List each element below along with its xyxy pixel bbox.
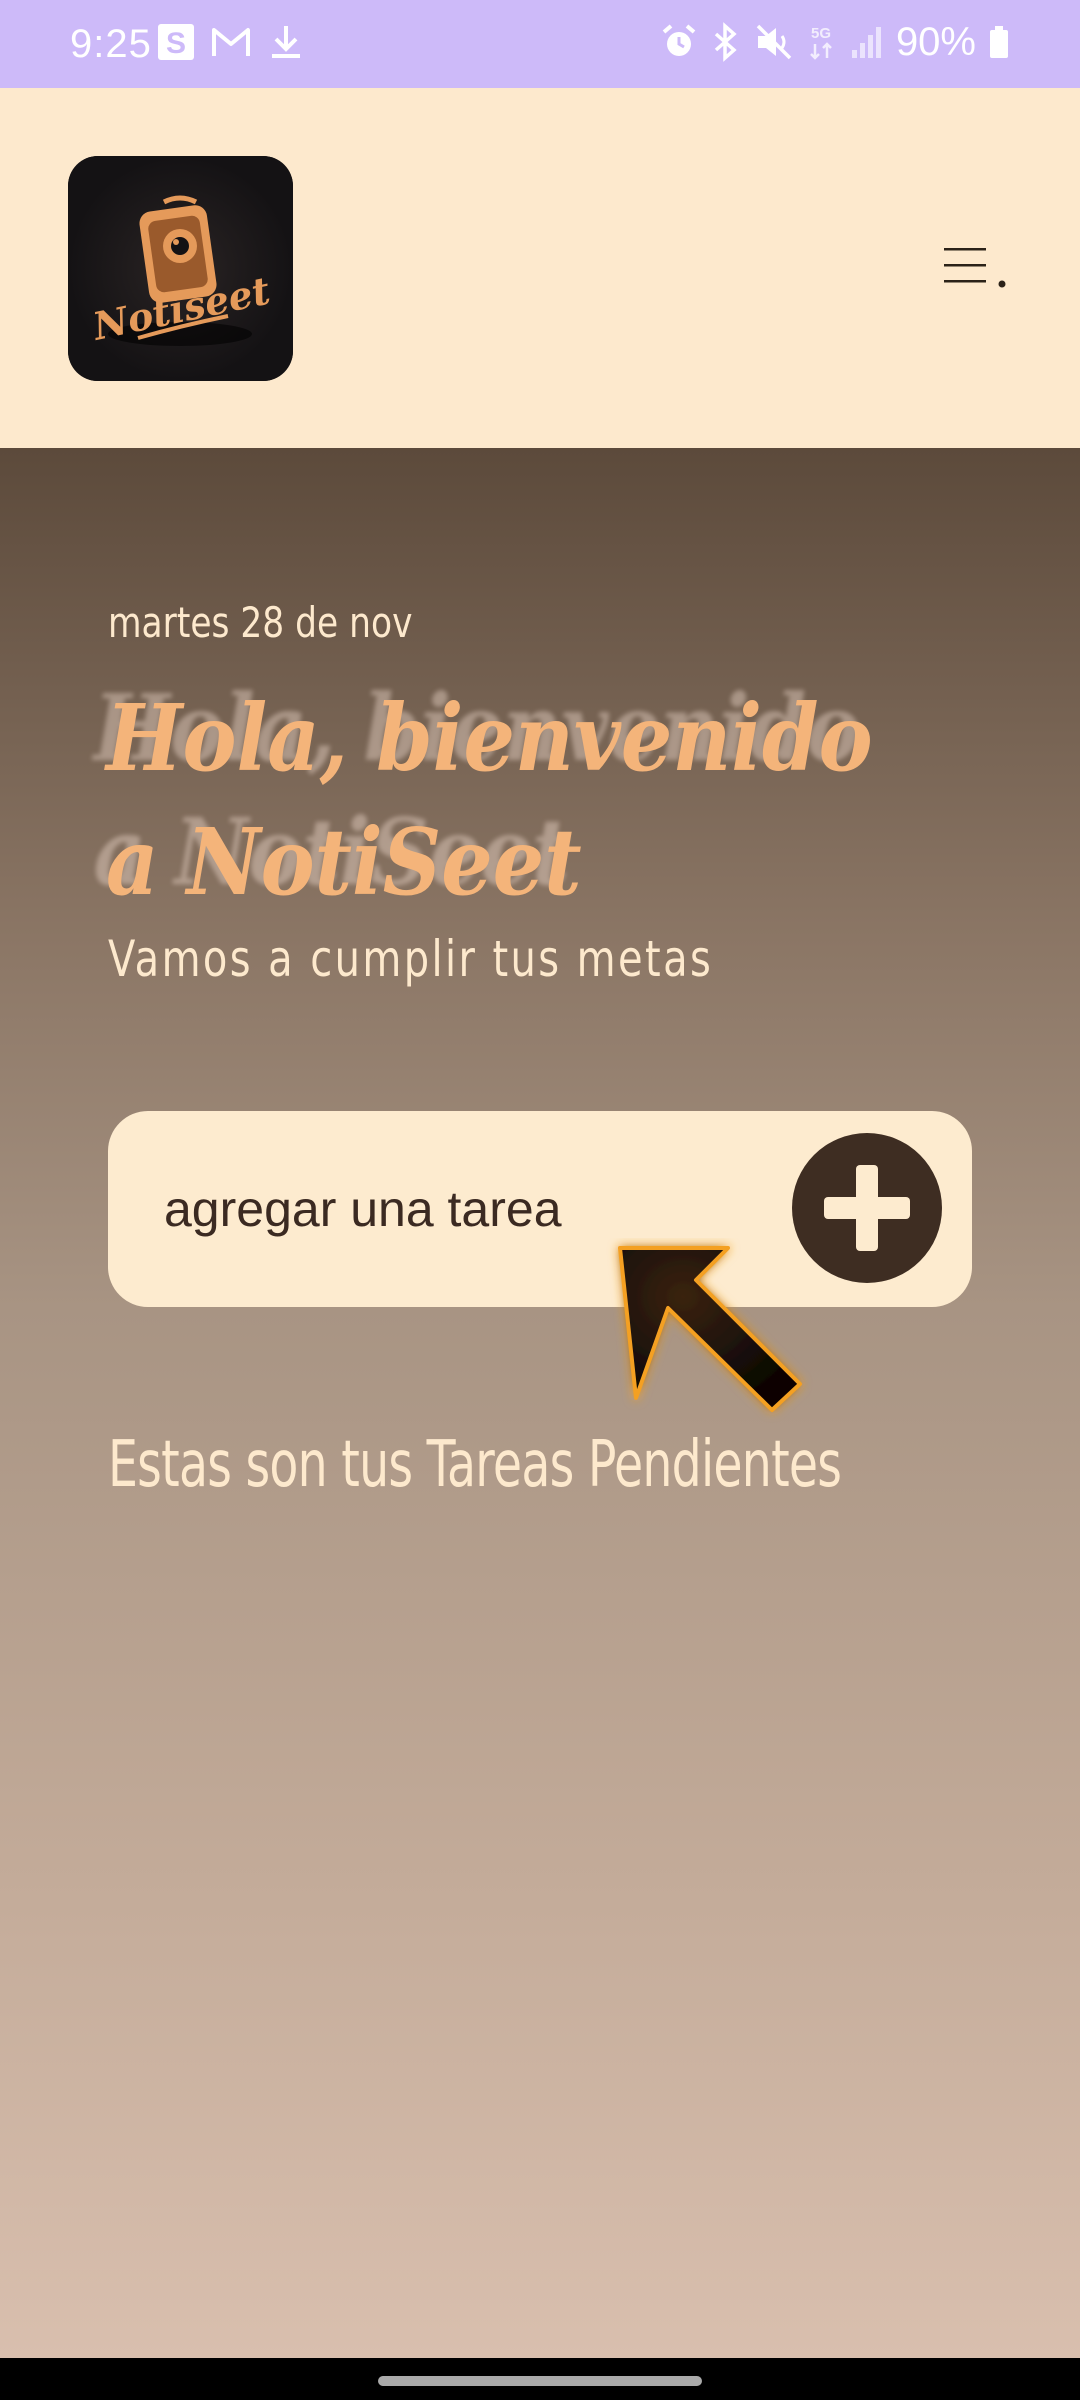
svg-text:S: S xyxy=(166,27,186,60)
bluetooth-icon xyxy=(710,22,742,62)
plus-icon xyxy=(824,1165,910,1251)
pointer-arrow-icon xyxy=(600,1238,820,1468)
signal-icon xyxy=(848,22,884,62)
mute-icon xyxy=(754,22,794,62)
system-icons: 5G 90% xyxy=(660,18,1010,66)
menu-button[interactable] xyxy=(938,238,1010,298)
welcome-heading: Hola, bienvenido a NotiSeet xyxy=(106,684,873,916)
welcome-subtitle: Vamos a cumplir tus metas xyxy=(108,930,714,988)
current-date: martes 28 de nov xyxy=(108,598,413,647)
5g-icon: 5G xyxy=(806,22,836,62)
add-task-form xyxy=(108,1111,972,1307)
main-content: martes 28 de nov Hola, bienvenido a Noti… xyxy=(0,448,1080,2358)
status-bar: 9:25 S 5G 90% xyxy=(0,0,1080,88)
s-app-icon: S xyxy=(156,22,196,62)
alarm-icon xyxy=(660,22,698,62)
hamburger-icon xyxy=(944,248,1006,288)
notification-icons: S xyxy=(156,22,306,62)
app-header: Notiseet xyxy=(0,88,1080,448)
gmail-icon xyxy=(210,22,252,62)
app-logo[interactable]: Notiseet xyxy=(68,156,293,381)
battery-percentage: 90% xyxy=(895,20,976,64)
navigation-bar xyxy=(0,2358,1080,2400)
download-icon xyxy=(266,22,306,62)
home-indicator[interactable] xyxy=(378,2376,702,2386)
battery-icon xyxy=(988,22,1010,62)
network-type: 5G xyxy=(811,25,831,42)
status-time: 9:25 xyxy=(70,22,152,66)
